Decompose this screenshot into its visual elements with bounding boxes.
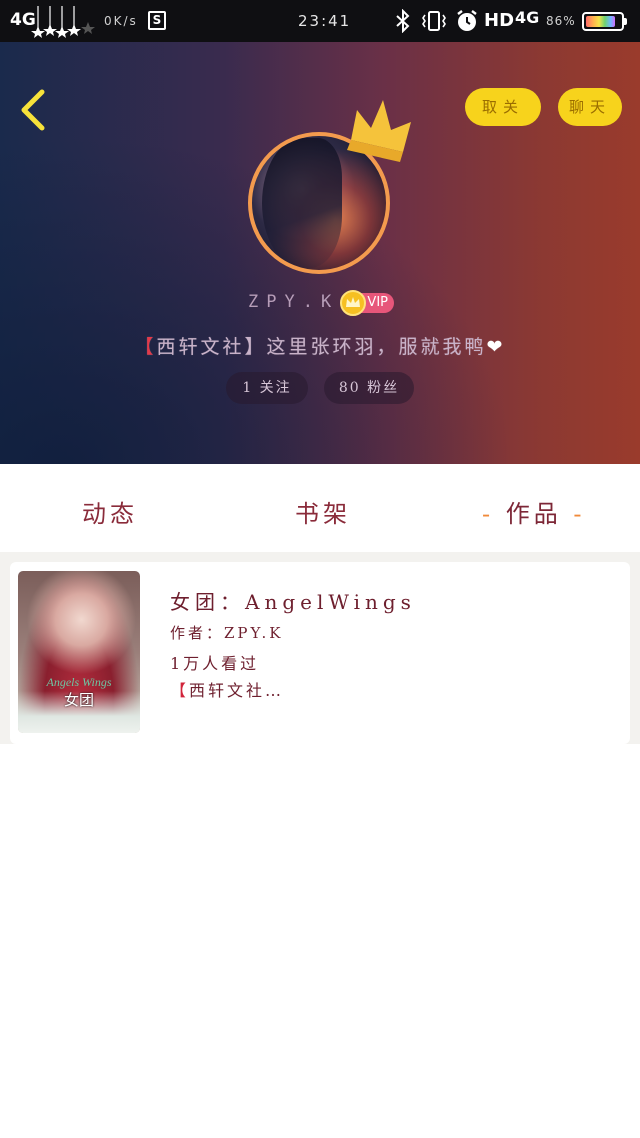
- profile-bio: 【西轩文社】这里张环羽，服就我鸭❤: [0, 332, 640, 359]
- following-count[interactable]: 1 关注: [226, 372, 308, 404]
- fans-count[interactable]: 80 粉丝: [324, 372, 414, 404]
- work-views: 1万人看过: [170, 654, 260, 673]
- alarm-icon: [457, 10, 477, 31]
- work-card[interactable]: Angels Wings 女团 女团：AngelWings 作者：ZPY.K 1…: [10, 562, 630, 744]
- cover-title-cn: 女团: [63, 691, 94, 709]
- work-title: 女团：AngelWings: [170, 590, 416, 614]
- bluetooth-icon: [396, 9, 410, 33]
- bio-bracket: 【: [134, 336, 157, 358]
- crown-icon: [347, 100, 411, 162]
- tab-works-dash-right: -: [573, 500, 586, 528]
- chat-button[interactable]: 聊天: [558, 88, 622, 126]
- bio-text: 西轩文社】这里张环羽，服就我鸭: [156, 336, 487, 358]
- username: ZPY.K: [248, 292, 340, 312]
- book-cover[interactable]: Angels Wings 女团: [18, 571, 140, 733]
- tab-works[interactable]: - 作品 -: [482, 494, 586, 529]
- tab-works-label: 作品: [505, 500, 562, 528]
- signal-stars-icon: [31, 6, 95, 38]
- cover-title-en: Angels Wings: [46, 675, 112, 689]
- battery-fill: [586, 16, 616, 27]
- network-type-2: 4G: [515, 8, 540, 27]
- sim-s-icon: S: [148, 11, 166, 30]
- status-bar: 4G 0K/s S 23:41 HD 4G 86%: [0, 0, 640, 42]
- chevron-left-icon[interactable]: [14, 86, 54, 134]
- work-author: 作者：ZPY.K: [170, 624, 284, 642]
- battery-percent: 86%: [546, 14, 576, 28]
- profile-header: 取关 聊天 ZPY.K VIP 【西轩文社】这里张环羽，服就我鸭❤ 1 关注 8…: [0, 42, 640, 464]
- clock: 23:41: [298, 12, 352, 30]
- battery-icon: [582, 12, 627, 31]
- tab-bookshelf[interactable]: 书架: [295, 494, 351, 529]
- vip-badge: VIP: [340, 290, 396, 316]
- hd-indicator: HD: [484, 10, 515, 31]
- network-speed: 0K/s: [104, 14, 138, 28]
- tab-dynamics[interactable]: 动态: [82, 494, 138, 529]
- desc-text: 西轩文社…: [189, 681, 285, 700]
- unfollow-button[interactable]: 取关: [465, 88, 541, 126]
- vibrate-icon: [422, 11, 446, 31]
- crown-coin-icon: [340, 290, 366, 316]
- desc-bracket: 【: [170, 681, 190, 700]
- tab-works-dash-left: -: [482, 500, 495, 528]
- heart-icon: ❤: [486, 336, 506, 358]
- work-description: 【西轩文社…: [170, 677, 284, 701]
- tab-bar: 动态 书架 - 作品 -: [0, 464, 640, 552]
